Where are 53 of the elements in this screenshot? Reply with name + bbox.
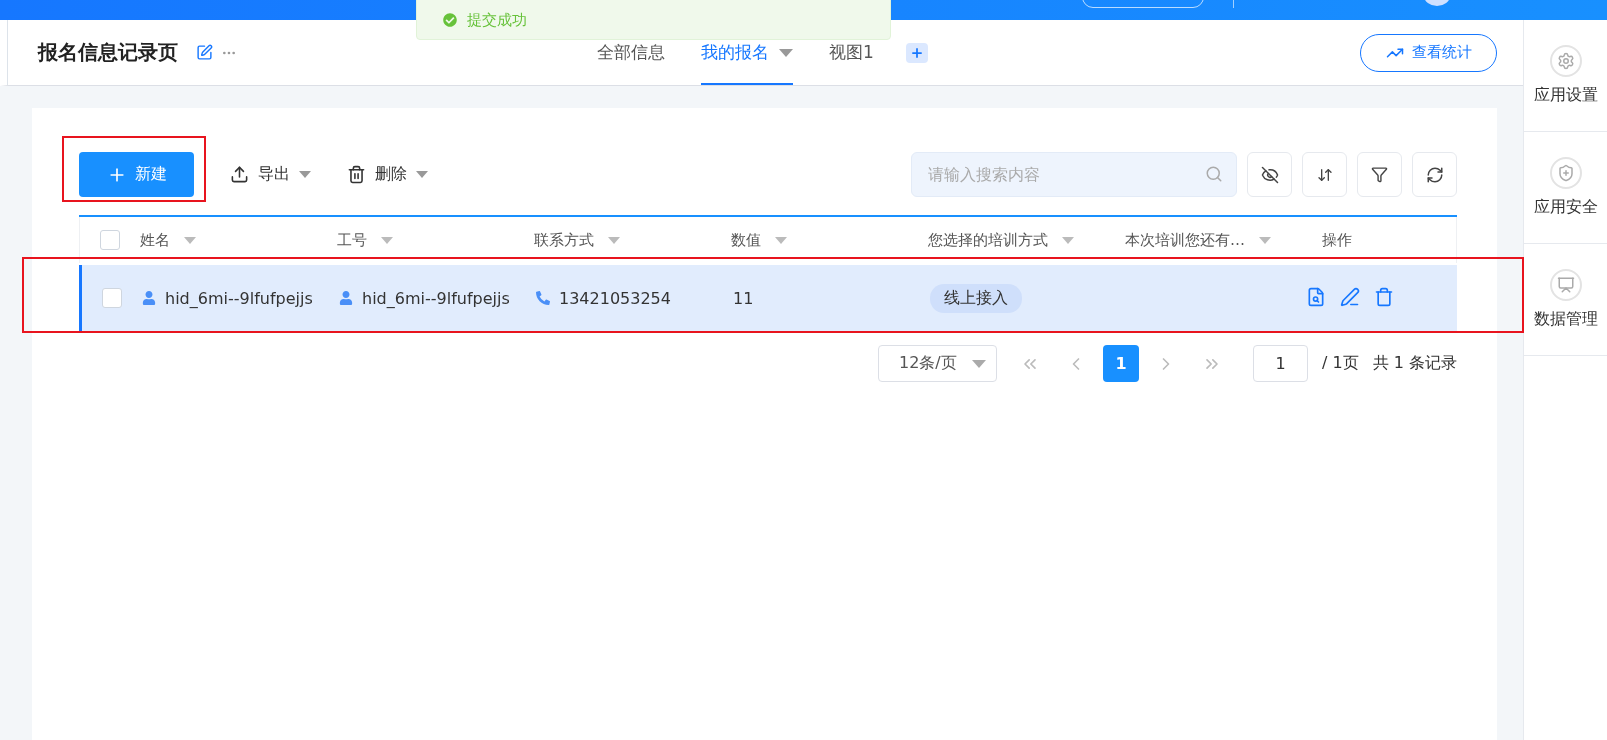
column-header: 工号 bbox=[337, 230, 367, 250]
select-all-checkbox[interactable] bbox=[100, 230, 120, 250]
search-field[interactable]: 请输入搜索内容 bbox=[911, 152, 1237, 197]
search-icon bbox=[1205, 165, 1223, 183]
table-cell: hid_6mi--9lfufpejjs bbox=[165, 288, 313, 308]
tag: 线上接入 bbox=[930, 283, 1022, 313]
view-stats-button[interactable]: 查看统计 bbox=[1360, 33, 1497, 72]
hide-columns-button[interactable] bbox=[1247, 152, 1292, 197]
table-cell-text: 11 bbox=[733, 288, 755, 308]
shield-icon bbox=[1556, 164, 1575, 182]
gear-icon bbox=[1556, 52, 1575, 70]
toast-message: 提交成功 bbox=[467, 10, 527, 30]
column-header: 联系方式 bbox=[534, 230, 594, 250]
user-icon bbox=[339, 291, 353, 305]
refresh-button[interactable] bbox=[1412, 152, 1457, 197]
page-jump-field[interactable]: 1 bbox=[1253, 345, 1308, 382]
column-header: 数值 bbox=[731, 230, 761, 250]
caret-icon[interactable] bbox=[608, 236, 620, 244]
caret-icon[interactable] bbox=[381, 236, 393, 244]
column-header: 本次培训您还有… bbox=[1125, 230, 1245, 250]
user-icon bbox=[142, 291, 156, 305]
page-title: 报名信息记录页 bbox=[38, 39, 178, 66]
caret-icon[interactable] bbox=[1259, 236, 1271, 244]
export-button[interactable]: 导出 bbox=[230, 164, 311, 185]
refresh-icon bbox=[1425, 165, 1444, 184]
trash-icon bbox=[347, 165, 366, 184]
sort-icon bbox=[1316, 166, 1333, 183]
edit-icon[interactable] bbox=[196, 44, 213, 61]
plus-icon bbox=[909, 45, 924, 60]
record-total: 共 1 条记录 bbox=[1372, 353, 1457, 374]
column-header: 操作 bbox=[1322, 230, 1352, 250]
eye-off-icon bbox=[1260, 165, 1279, 184]
add-view-button[interactable] bbox=[905, 42, 928, 63]
column-header: 姓名 bbox=[140, 230, 170, 250]
page-total: / 1页 bbox=[1322, 353, 1359, 374]
filter-icon bbox=[1371, 166, 1388, 183]
filter-button[interactable] bbox=[1357, 152, 1402, 197]
sort-button[interactable] bbox=[1302, 152, 1347, 197]
sidebar-item[interactable]: 数据管理 bbox=[1524, 244, 1607, 356]
phone-icon bbox=[536, 291, 550, 305]
sidebar-item[interactable]: 应用安全 bbox=[1524, 132, 1607, 244]
table-cell: hid_6mi--9lfufpejjs bbox=[362, 288, 510, 308]
caret-icon[interactable] bbox=[775, 236, 787, 244]
upload-icon bbox=[230, 165, 249, 184]
caret-icon[interactable] bbox=[1062, 236, 1074, 244]
sidebar-item[interactable]: 应用设置 bbox=[1524, 20, 1607, 132]
column-header: 您选择的培训方式 bbox=[928, 230, 1048, 250]
page-size-select[interactable]: 12条/页 bbox=[878, 345, 997, 382]
delete-menu-button[interactable]: 删除 bbox=[347, 164, 428, 185]
row-checkbox[interactable] bbox=[102, 288, 122, 308]
caret-icon[interactable] bbox=[184, 236, 196, 244]
table-cell: 13421053254 bbox=[559, 288, 671, 308]
table-row[interactable]: hid_6mi--9lfufpejjs hid_6mi--9lfufpejjs 13421053254 11 线上接入 bbox=[79, 265, 1457, 331]
